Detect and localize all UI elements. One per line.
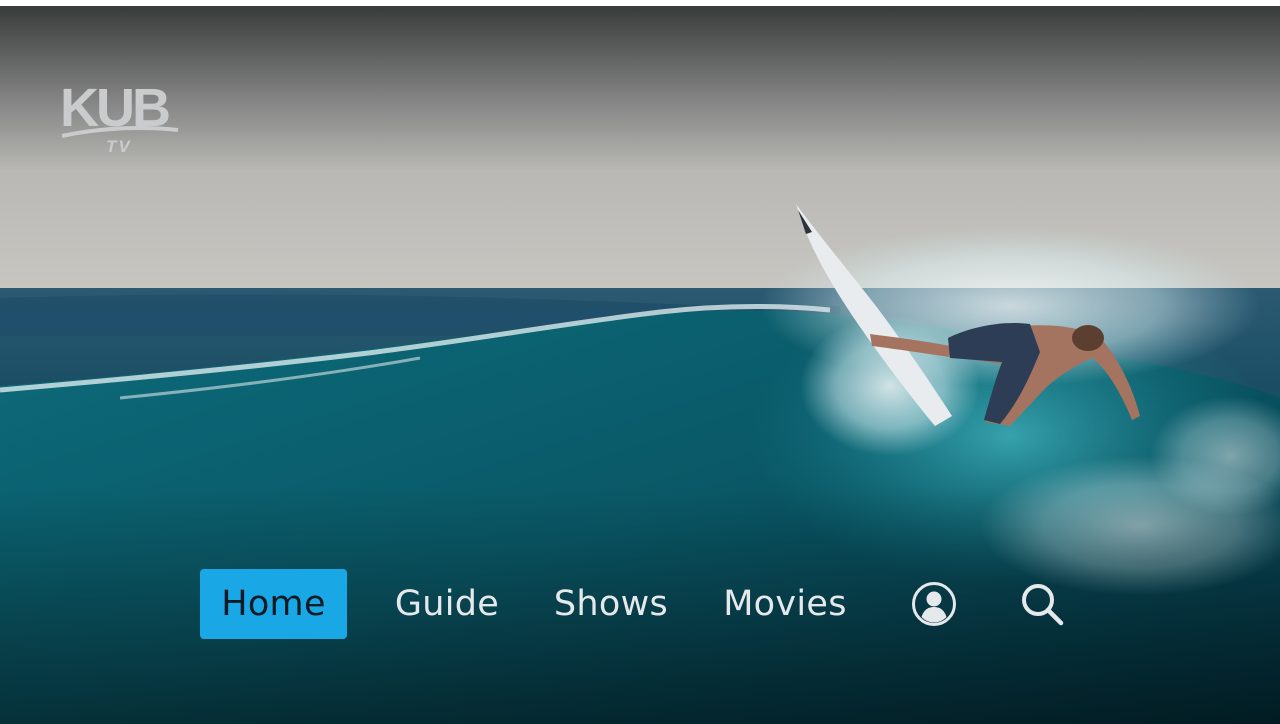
profile-icon[interactable] [911,581,957,627]
nav-shows-button[interactable]: Shows [545,569,677,639]
tv-home-screen: KUB TV Home Guide Shows Movies [0,6,1280,724]
main-nav: Home Guide Shows Movies [200,569,1080,639]
nav-movies-button[interactable]: Movies [714,569,856,639]
nav-home-button[interactable]: Home [200,569,347,639]
kub-tv-logo: KUB TV [60,78,179,152]
search-icon[interactable] [1019,581,1065,627]
svg-text:TV: TV [106,137,132,152]
nav-guide-button[interactable]: Guide [385,569,509,639]
